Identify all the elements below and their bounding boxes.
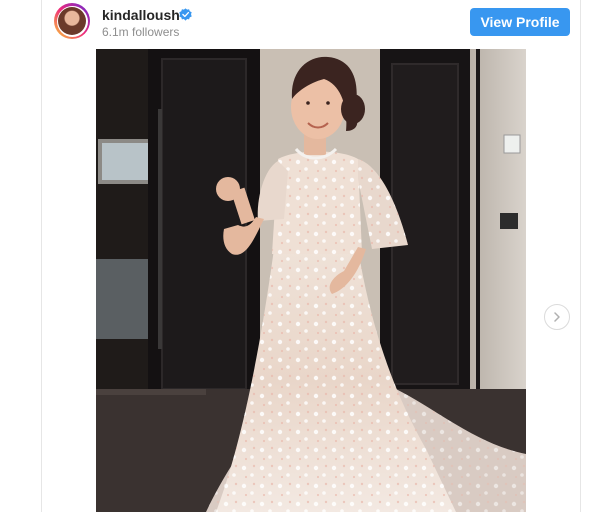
avatar-ring — [56, 5, 88, 37]
avatar[interactable] — [54, 3, 90, 39]
username-link[interactable]: kindalloush — [102, 7, 180, 23]
verified-badge-icon — [179, 8, 192, 21]
avatar-photo — [58, 7, 86, 35]
view-profile-button[interactable]: View Profile — [470, 8, 570, 36]
followers-count: 6.1m followers — [102, 25, 180, 39]
chevron-right-icon — [554, 312, 560, 322]
post-image-illustration — [96, 49, 526, 512]
next-slide-button[interactable] — [544, 304, 570, 330]
post-photo[interactable] — [96, 49, 526, 512]
